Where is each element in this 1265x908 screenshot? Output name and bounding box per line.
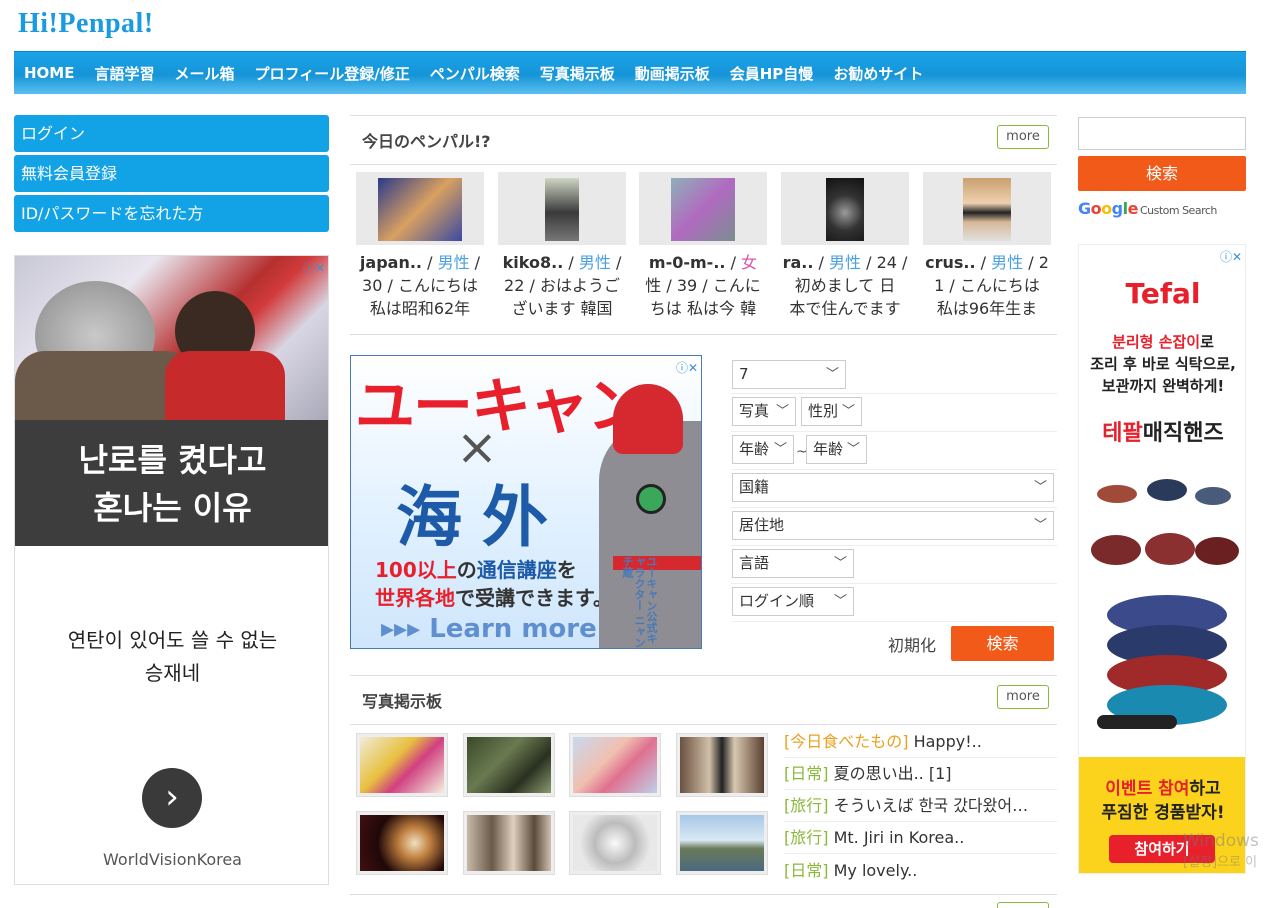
photo-thumbnail[interactable]: [356, 811, 448, 875]
penpal-photo[interactable]: [781, 172, 909, 245]
photo-thumbnail[interactable]: [463, 733, 555, 797]
ad-mid-headline: ユーキャン: [355, 372, 647, 442]
penpal-nick[interactable]: m-0-m-..: [649, 253, 726, 272]
site-search-button[interactable]: 検索: [1078, 156, 1246, 191]
photo-thumbnail[interactable]: [569, 733, 661, 797]
nationality-select[interactable]: 国籍 ﹀: [732, 473, 1054, 502]
adchoices-icon[interactable]: ⓘ✕: [303, 259, 325, 276]
windows-activation-watermark: Windows [설정]으로 이: [1183, 831, 1259, 870]
photo-board-title: 写真掲示板: [362, 692, 443, 711]
penpal-card: m-0-m-.. / 女 性 / 39 / こんに ちは 私は今 韓: [639, 172, 767, 320]
penpal-nick[interactable]: japan..: [360, 253, 422, 272]
board-item[interactable]: [日常] 夏の思い出.. [1]: [784, 763, 1056, 785]
nav-profile-edit[interactable]: プロフィール登録/修正: [255, 63, 410, 84]
board-item[interactable]: [日常] My lovely..: [784, 860, 1056, 882]
penpal-nick[interactable]: kiko8..: [503, 253, 564, 272]
divider: [350, 115, 1057, 116]
residence-select[interactable]: 居住地 ﹀: [732, 511, 1054, 540]
ad-left-banner[interactable]: ⓘ✕ 난로를 켰다고 혼나는 이유 연탄이 있어도 쓸 수 없는 승재네 › W…: [14, 255, 329, 885]
nav-member-hp[interactable]: 会員HP自慢: [730, 63, 814, 84]
today-more-button[interactable]: more: [997, 125, 1049, 149]
nav-recommended[interactable]: お勧めサイト: [833, 63, 923, 84]
nav-language-learning[interactable]: 言語学習: [94, 63, 154, 84]
today-penpal-title: 今日のペンパル!?: [362, 132, 491, 151]
penpal-card: ra.. / 男性 / 24 / 初めまして 日 本で住んでます: [781, 172, 909, 320]
penpal-photo[interactable]: [356, 172, 484, 245]
site-logo[interactable]: Hi!Penpal!: [18, 8, 154, 40]
gender-select[interactable]: 性別 ﹀: [801, 397, 862, 426]
penpal-card: kiko8.. / 男性 / 22 / おはようご ざいます 韓国: [498, 172, 626, 320]
penpal-card: japan.. / 男性 / 30 / こんにちは 私は昭和62年: [356, 172, 484, 320]
ad-left-headline: 난로를 켰다고 혼나는 이유: [15, 420, 328, 546]
main-nav: HOME 言語学習 メール箱 プロフィール登録/修正 ペンパル検索 写真掲示板 …: [14, 51, 1246, 94]
board-item[interactable]: [旅行] そういえば 한국 갔다왔어…: [784, 795, 1056, 817]
chevron-right-icon[interactable]: ›: [142, 768, 202, 828]
next-section-more-button[interactable]: [997, 902, 1049, 908]
penpal-photo[interactable]: [639, 172, 767, 245]
nav-photo-board[interactable]: 写真掲示板: [540, 63, 615, 84]
nav-home[interactable]: HOME: [24, 64, 74, 82]
penpal-nick[interactable]: ra..: [783, 253, 814, 272]
site-search-input[interactable]: [1078, 117, 1246, 150]
divider: [350, 894, 1057, 895]
nav-video-board[interactable]: 動画掲示板: [635, 63, 710, 84]
age-to-select[interactable]: 年齢 ﹀: [806, 435, 867, 464]
photo-thumbnail[interactable]: [356, 733, 448, 797]
ad-right-banner[interactable]: ⓘ✕ Tefal 분리형 손잡이로 조리 후 바로 식탁으로, 보관까지 완벽하…: [1078, 244, 1246, 874]
photo-thumbnail[interactable]: [463, 811, 555, 875]
result-count-select[interactable]: 7 ﹀: [732, 360, 846, 389]
ad-left-brand: WorldVisionKorea: [103, 850, 242, 869]
photo-thumbnail[interactable]: [676, 811, 768, 875]
ad-left-photo: [15, 256, 328, 421]
adchoices-icon[interactable]: ⓘ✕: [676, 359, 698, 376]
ad-left-subtext: 연탄이 있어도 쓸 수 없는 승재네: [67, 628, 278, 685]
nav-penpal-search[interactable]: ペンパル検索: [430, 63, 520, 84]
register-button[interactable]: 無料会員登録: [14, 155, 329, 192]
penpal-photo[interactable]: [923, 172, 1051, 245]
google-custom-search-logo: Google Custom Search: [1078, 199, 1217, 218]
penpal-card: crus.. / 男性 / 2 1 / こんにちは 私は96年生ま: [923, 172, 1051, 320]
photo-select[interactable]: 写真 ﹀: [732, 397, 796, 426]
penpal-search-button[interactable]: 検索: [951, 626, 1054, 661]
adchoices-icon[interactable]: ⓘ✕: [1220, 248, 1242, 265]
penpal-nick[interactable]: crus..: [925, 253, 975, 272]
photo-board-more-button[interactable]: more: [997, 685, 1049, 709]
language-select[interactable]: 言語 ﹀: [732, 549, 854, 578]
photo-thumbnail[interactable]: [569, 811, 661, 875]
order-select[interactable]: ログイン順 ﹀: [732, 587, 854, 616]
forgot-password-button[interactable]: ID/パスワードを忘れた方: [14, 195, 329, 232]
board-item[interactable]: [旅行] Mt. Jiri in Korea..: [784, 827, 1056, 849]
divider: [350, 724, 1057, 725]
learn-more-link[interactable]: ▸▸▸ Learn more: [381, 614, 597, 644]
age-from-select[interactable]: 年齢 ﹀: [732, 435, 794, 464]
board-item[interactable]: [今日食べたもの] Happy!..: [784, 731, 1056, 753]
penpal-photo[interactable]: [498, 172, 626, 245]
divider: [350, 675, 1057, 676]
login-button[interactable]: ログイン: [14, 115, 329, 152]
ad-right-brand: Tefal: [1125, 277, 1201, 310]
ad-product-image: [1087, 475, 1239, 755]
divider: [350, 164, 1057, 165]
divider: [350, 334, 1057, 335]
nav-mailbox[interactable]: メール箱: [175, 63, 235, 84]
photo-thumbnail[interactable]: [676, 733, 768, 797]
reset-button[interactable]: 初期化: [888, 632, 936, 656]
ad-mid-banner[interactable]: ユーキャン × 海外 100以上の通信講座を 世界各地で受講できます。 ▸▸▸ …: [350, 355, 702, 649]
